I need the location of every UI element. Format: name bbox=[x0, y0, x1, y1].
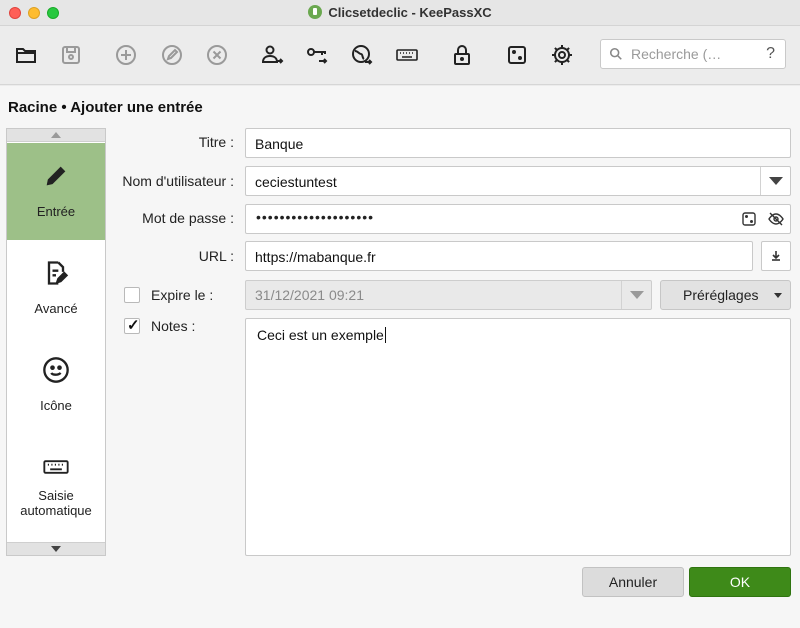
notes-textarea[interactable]: Ceci est un exemple bbox=[245, 318, 791, 556]
password-field[interactable]: •••••••••••••••••••• bbox=[245, 204, 791, 234]
title-field[interactable] bbox=[245, 128, 791, 158]
password-value[interactable]: •••••••••••••••••••• bbox=[256, 209, 374, 225]
cancel-button[interactable]: Annuler bbox=[582, 567, 684, 597]
open-url-icon[interactable] bbox=[348, 41, 376, 69]
settings-icon[interactable] bbox=[548, 41, 576, 69]
copy-password-icon[interactable] bbox=[303, 41, 331, 69]
expire-date-field: 31/12/2021 09:21 bbox=[245, 280, 652, 310]
add-entry-icon[interactable] bbox=[112, 41, 140, 69]
presets-label: Préréglages bbox=[683, 287, 759, 303]
expire-checkbox[interactable] bbox=[124, 287, 140, 303]
expire-label: Expire le : bbox=[151, 287, 214, 303]
chevron-down-icon bbox=[629, 291, 644, 299]
search-input[interactable] bbox=[631, 44, 761, 64]
search-help-button[interactable]: ? bbox=[766, 45, 775, 63]
edit-entry-panel: Racine • Ajouter une entrée Entrée Avanc… bbox=[0, 86, 800, 628]
dice-icon[interactable] bbox=[741, 211, 757, 227]
delete-entry-icon[interactable] bbox=[203, 41, 231, 69]
presets-button[interactable]: Préréglages bbox=[660, 280, 791, 310]
sidebar-item-label: Saisie automatique bbox=[20, 488, 92, 518]
sidebar-item-saisie-automatique[interactable]: Saisie automatique bbox=[7, 434, 105, 531]
window-title-area: Clicsetdeclic - KeePassXC bbox=[0, 5, 800, 20]
expire-date-dropdown bbox=[621, 281, 651, 309]
notes-label: Notes : bbox=[151, 318, 196, 334]
keyboard-icon bbox=[43, 460, 69, 474]
save-icon[interactable] bbox=[57, 41, 85, 69]
folder-open-icon[interactable] bbox=[12, 41, 40, 69]
entry-category-sidebar: Entrée Avancé Icône Saisie automatique bbox=[6, 128, 106, 556]
title-label: Titre : bbox=[198, 134, 234, 150]
search-icon bbox=[609, 47, 622, 60]
sidebar-item-label: Avancé bbox=[34, 301, 78, 316]
autotype-icon[interactable] bbox=[393, 41, 421, 69]
title-input[interactable] bbox=[255, 134, 775, 154]
eye-slash-icon[interactable] bbox=[768, 211, 784, 227]
sidebar-item-icone[interactable]: Icône bbox=[7, 337, 105, 434]
title-bar: Clicsetdeclic - KeePassXC bbox=[0, 0, 800, 26]
username-field[interactable] bbox=[245, 166, 791, 196]
arrow-up-icon bbox=[51, 132, 61, 138]
download-favicon-button[interactable] bbox=[761, 241, 791, 271]
username-label: Nom d'utilisateur : bbox=[122, 173, 234, 189]
lock-icon[interactable] bbox=[448, 41, 476, 69]
expire-date-value: 31/12/2021 09:21 bbox=[255, 287, 364, 303]
url-label: URL : bbox=[198, 248, 234, 264]
pencil-icon bbox=[46, 166, 66, 186]
search-box[interactable]: ? bbox=[600, 39, 786, 69]
copy-username-icon[interactable] bbox=[258, 41, 286, 69]
notes-checkbox[interactable]: ✓ bbox=[124, 317, 140, 334]
toolbar: ? bbox=[0, 27, 800, 85]
checkmark-icon: ✓ bbox=[127, 317, 140, 334]
password-label: Mot de passe : bbox=[142, 210, 234, 226]
arrow-down-icon bbox=[51, 546, 61, 552]
password-generator-icon[interactable] bbox=[503, 41, 531, 69]
sidebar-item-entree[interactable]: Entrée bbox=[7, 143, 105, 240]
smiley-icon bbox=[43, 357, 69, 383]
sidebar-item-label: Icône bbox=[40, 398, 72, 413]
notes-text-wrap: Ceci est un exemple bbox=[257, 327, 386, 343]
url-field[interactable] bbox=[245, 241, 753, 271]
sidebar-item-label: Entrée bbox=[36, 204, 76, 219]
chevron-down-icon bbox=[768, 177, 783, 185]
caret-down-icon bbox=[774, 293, 782, 298]
document-edit-icon bbox=[47, 261, 69, 285]
ok-button[interactable]: OK bbox=[689, 567, 791, 597]
text-caret bbox=[384, 327, 386, 343]
scroll-up-button[interactable] bbox=[7, 129, 105, 142]
download-icon bbox=[772, 251, 780, 261]
username-input[interactable] bbox=[255, 172, 745, 192]
notes-text: Ceci est un exemple bbox=[257, 327, 384, 343]
scroll-down-button[interactable] bbox=[7, 542, 105, 555]
url-input[interactable] bbox=[255, 247, 735, 267]
username-dropdown-button[interactable] bbox=[760, 167, 790, 195]
page-title: Racine • Ajouter une entrée bbox=[8, 99, 203, 116]
edit-entry-icon[interactable] bbox=[158, 41, 186, 69]
sidebar-item-avance[interactable]: Avancé bbox=[7, 240, 105, 337]
window-title: Clicsetdeclic - KeePassXC bbox=[328, 5, 492, 20]
keepassxc-logo-icon bbox=[308, 5, 323, 19]
